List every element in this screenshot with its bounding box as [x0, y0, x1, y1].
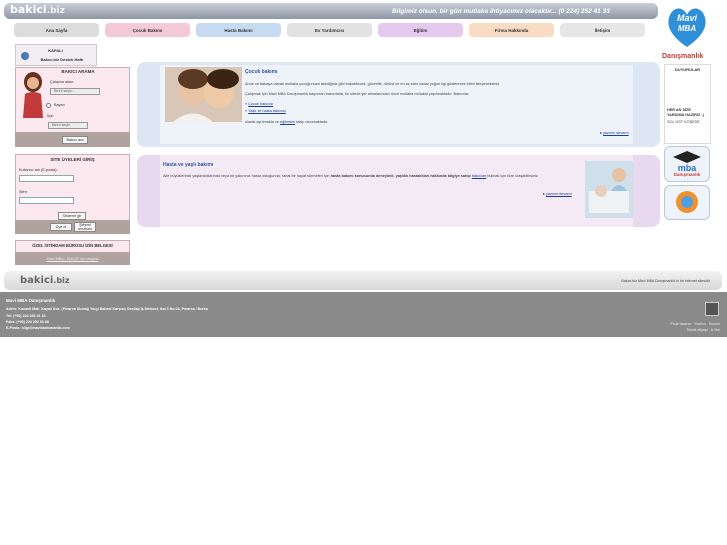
nav-home[interactable]: Ana Sayfa [14, 23, 99, 37]
district-select[interactable]: Birini seçin [48, 122, 88, 129]
child-care-p3: olarak ayrılmakta ve eğitimleri takip ol… [245, 119, 328, 126]
site-logo[interactable]: bakici.biz [10, 3, 65, 16]
password-input[interactable] [19, 197, 74, 204]
footer-contact [0, 292, 727, 337]
nav-contact[interactable]: İletişim [560, 23, 645, 37]
search-title: BAKICI ARAMA [61, 69, 95, 74]
orange-badge[interactable] [664, 185, 710, 220]
forgot-password-button[interactable]: Şifremi unuttum [74, 222, 96, 232]
gender-radio[interactable] [46, 103, 51, 108]
logo-tld: .biz [46, 6, 65, 16]
district-label: İlçe: [47, 114, 54, 118]
announcement-title: HER AN SİZE YARDIMA HAZIRIZ :) [667, 108, 704, 117]
p3-text: olarak ayrılmakta ve [245, 120, 279, 124]
field-label-area: Çalışma alanı: [50, 80, 75, 84]
tagline: Bilgimiz olsun, bir gün mutlaka ihtiyacı… [392, 8, 610, 15]
people-icon [676, 191, 698, 213]
area-select[interactable]: Birini seçin... [50, 88, 100, 95]
company-email[interactable]: E-Posta: bilgi@mavidanismanlik.com [6, 326, 70, 330]
logo-text: bakici [10, 3, 47, 16]
link-caregivers[interactable]: bakıcılar [472, 174, 486, 178]
announcement-body: SOL ÜST KÖŞEDE [667, 120, 700, 124]
company-fax: Faks: (+90) 224 252 60 88 [6, 320, 49, 324]
company-name: Mavi MBA Danışmanlık [6, 298, 56, 303]
p3-end: takip olunmaktadır. [296, 120, 329, 124]
announcements-panel: DUYURULAR HER AN SİZE YARDIMA HAZIRIZ :)… [664, 64, 711, 144]
link-child-caregiver[interactable]: Çocuk bakıcısı [248, 102, 273, 106]
more-text: yazının devamı [602, 131, 629, 135]
logo-mba: MBA [677, 24, 697, 33]
elder-care-title[interactable]: Hasta ve yaşlı bakımı [163, 162, 213, 168]
nav-child-care[interactable]: Çocuk Bakımı [105, 23, 190, 37]
username-input[interactable] [19, 175, 74, 182]
credits-line-1: Proje tasarım · Yazılım · Sunum [670, 322, 720, 326]
child-care-photo [165, 67, 242, 122]
support-status: KAPALI [48, 48, 63, 53]
footer-logo-tld: .biz [53, 276, 70, 285]
child-care-p1: Anne ve babaya olarak mutlaka çocuğunuza… [245, 82, 501, 86]
login-title: SİTE ÜYELERİ GİRİŞ [50, 157, 95, 162]
caregiver-illustration [23, 72, 43, 118]
username-label: Kullanıcı adı (E-posta): [19, 168, 58, 172]
login-button[interactable]: Sisteme gir [58, 212, 86, 220]
nav-education[interactable]: Eğitim [378, 23, 463, 37]
child-care-more-link[interactable]: ▸ yazının devamı [600, 130, 629, 135]
nav-housekeeper[interactable]: Ev Yardımcısı [287, 23, 372, 37]
link-elder-caregiver[interactable]: Yaşlı ve hasta bakıcısı [248, 109, 286, 113]
child-care-p2: Çalışmak için Mavi MBA Danışmanlık başvu… [245, 92, 470, 96]
link-education[interactable]: eğitimleri [280, 120, 295, 124]
support-line[interactable]: Bakıcı.biz Destek Hattı [28, 57, 96, 62]
announcements-title: DUYURULAR [674, 67, 701, 72]
company-phone: Tel: (+90) 224 252 41 33 [6, 314, 46, 318]
p1b: hasta bakımı konusunda deneyimli, yaşlıl… [330, 174, 471, 178]
login-footer [15, 220, 130, 234]
p1d: bulmak için bize ulaşabilirsiniz. [487, 174, 539, 178]
footer-logo-text: bakici [20, 275, 54, 286]
nav-patient-care[interactable]: Hasta Bakımı [196, 23, 281, 37]
elder-care-p1: Aile büyüklerinizi yaşlandıklarında veya… [163, 173, 578, 180]
child-care-title[interactable]: Çocuk bakımı [245, 69, 278, 75]
logo-mavi: Mavi [676, 13, 697, 23]
search-button[interactable]: Bakıcı ara [62, 136, 88, 144]
main-nav: Ana Sayfa Çocuk Bakımı Hasta Bakımı Ev Y… [14, 23, 651, 37]
password-label: Şifre: [19, 190, 28, 194]
nav-about[interactable]: Firma Hakkında [469, 23, 554, 37]
permit-link[interactable]: Mavi MBA - İŞKUR izin belgesi [15, 257, 130, 261]
more-text-2: yazının devamı [545, 192, 572, 196]
footer-note: Bakıcı.biz Mavi MBA Danışmanlık'ın bir i… [621, 279, 710, 283]
p1a: Aile büyüklerinizi yaşlandıklarında veya… [163, 174, 330, 178]
signup-button[interactable]: Üye ol [50, 223, 72, 231]
footer-logo[interactable]: bakici.biz [20, 275, 70, 286]
danismanlik-badge[interactable]: mba Danışmanlık [664, 146, 710, 182]
logo-danismanlik: Danışmanlık [662, 53, 704, 60]
elder-care-more-link[interactable]: ▸ yazının devamı [543, 191, 572, 196]
gender-label: Bayan [54, 103, 65, 107]
credits-icon[interactable] [705, 302, 719, 316]
badge1-label: Danışmanlık [673, 172, 701, 177]
elder-care-card [137, 155, 660, 227]
list-child-caregiver[interactable]: » Çocuk bakıcısı [245, 101, 273, 108]
permit-title: ÖZEL İSTİHDAM BÜROSU İZİN BELGESİ [32, 243, 113, 248]
elder-care-photo [585, 161, 633, 218]
company-address: Adres: Kocasil Mah. Kayalı Sok. (Pınarca… [6, 307, 208, 311]
list-elder-caregiver[interactable]: » Yaşlı ve hasta bakıcısı [245, 108, 286, 115]
credits-line-2: Teknik altyapı · A.Veri [686, 328, 720, 332]
